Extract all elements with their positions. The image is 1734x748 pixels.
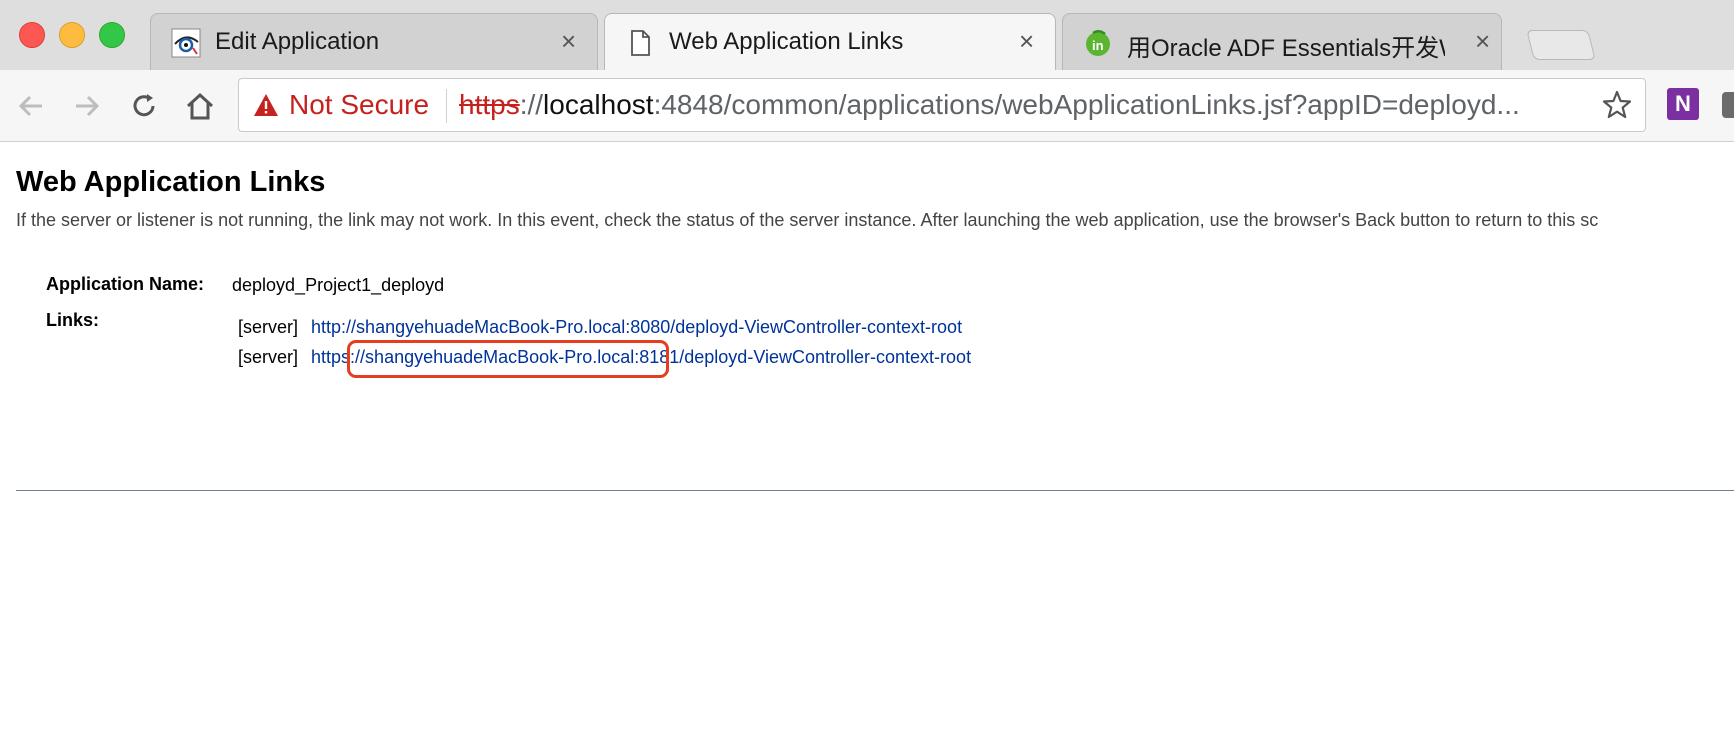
forward-icon[interactable]	[68, 88, 104, 124]
extension-icon[interactable]	[1722, 92, 1734, 118]
help-text: If the server or listener is not running…	[16, 210, 1599, 230]
tab-oracle-adf-article[interactable]: in 用Oracle ADF Essentials开发We ×	[1062, 13, 1502, 70]
browser-toolbar: Not Secure https://localhost:4848/common…	[0, 70, 1734, 142]
address-bar[interactable]: Not Secure https://localhost:4848/common…	[238, 78, 1646, 132]
close-tab-button[interactable]: ×	[1475, 26, 1490, 57]
back-icon[interactable]	[14, 88, 50, 124]
application-name-label: Application Name:	[46, 274, 205, 294]
url-host: localhost	[543, 89, 654, 120]
url-separator: ://	[519, 89, 544, 120]
security-indicator[interactable]: Not Secure	[289, 89, 429, 121]
svg-text:in: in	[1092, 38, 1104, 53]
infoq-icon: in	[1086, 30, 1110, 56]
links-label: Links:	[46, 310, 100, 330]
page-icon	[631, 30, 650, 56]
tab-title: 用Oracle ADF Essentials开发We	[1127, 35, 1445, 62]
page-title: Web Application Links	[16, 166, 326, 198]
glassfish-icon	[171, 28, 201, 58]
http-app-link[interactable]: http://shangyehuadeMacBook-Pro.local:808…	[311, 317, 962, 337]
tab-edit-application[interactable]: Edit Application ×	[150, 13, 598, 70]
application-name-value: deployd_Project1_deployd	[232, 275, 445, 295]
bookmark-star-icon[interactable]	[1601, 89, 1633, 121]
tab-title: Edit Application	[215, 28, 380, 55]
divider	[446, 89, 447, 123]
server-tag: [server]	[238, 347, 299, 367]
server-tag: [server]	[238, 317, 299, 337]
warning-icon[interactable]	[253, 93, 279, 117]
tab-strip: Edit Application × Web Application Links…	[0, 0, 1734, 70]
url-scheme: https	[459, 89, 520, 120]
reload-icon[interactable]	[126, 88, 162, 124]
tab-web-application-links[interactable]: Web Application Links ×	[604, 13, 1056, 70]
close-tab-button[interactable]: ×	[1019, 26, 1034, 57]
page-content: Web Application Links If the server or l…	[0, 142, 1734, 748]
link-row: [server] http://shangyehuadeMacBook-Pro.…	[238, 317, 962, 338]
zoom-window-button[interactable]	[99, 22, 125, 48]
highlight-annotation	[347, 340, 669, 378]
close-window-button[interactable]	[19, 22, 45, 48]
new-tab-button[interactable]	[1526, 30, 1596, 60]
onenote-extension-icon[interactable]: N	[1667, 88, 1699, 120]
minimize-window-button[interactable]	[59, 22, 85, 48]
home-icon[interactable]	[182, 88, 218, 124]
divider	[16, 490, 1734, 491]
url-text[interactable]: https://localhost:4848/common/applicatio…	[459, 89, 1589, 121]
close-tab-button[interactable]: ×	[561, 26, 576, 57]
tab-title: Web Application Links	[669, 28, 904, 55]
url-path: :4848/common/applications/webApplication…	[653, 89, 1520, 120]
